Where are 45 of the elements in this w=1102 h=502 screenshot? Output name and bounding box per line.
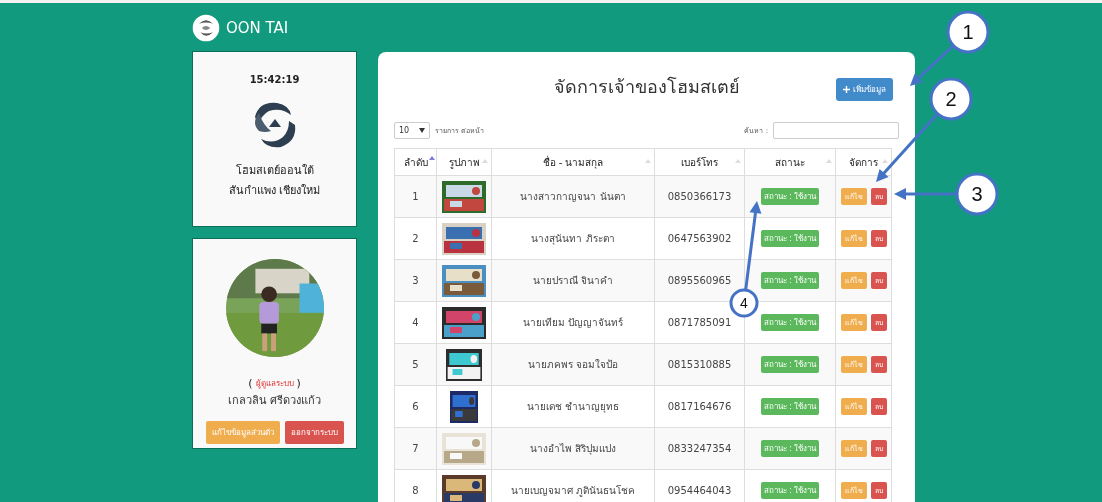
page-length-select[interactable]: 10 xyxy=(394,121,430,139)
status-badge: สถานะ : ใช้งาน xyxy=(760,398,820,415)
table-cell: 4 xyxy=(394,301,437,344)
user-name: เกลวลิน ศรีดวงแก้ว xyxy=(227,393,322,409)
homestay-name: โฮมสเตย์ออนใต้ xyxy=(235,163,314,179)
table-cell: นายเทียม ปัญญาจันทร์ xyxy=(491,301,655,344)
status-badge: สถานะ : ใช้งาน xyxy=(760,440,820,457)
column-header[interactable]: เบอร์โทร xyxy=(654,148,745,176)
table-cell: 2 xyxy=(394,217,437,260)
logout-button[interactable]: ออกจากระบบ xyxy=(284,421,344,444)
table-cell: 0850366173 xyxy=(654,175,745,218)
brand-name: OON TAI xyxy=(226,19,289,37)
table-cell: 1 xyxy=(394,175,437,218)
table-cell: นายเดช ชำนาญยุทธ xyxy=(491,385,655,428)
status-badge: สถานะ : ใช้งาน xyxy=(760,188,820,205)
status-badge: สถานะ : ใช้งาน xyxy=(760,356,820,373)
clock-time: 15:42:19 xyxy=(249,74,300,85)
status-badge: สถานะ : ใช้งาน xyxy=(760,272,820,289)
user-role: ( ผู้ดูแลระบบ ) xyxy=(248,377,301,390)
table-cell: นายปราณี จินาคำ xyxy=(491,259,655,302)
table-cell: 0815310885 xyxy=(654,343,745,386)
column-header[interactable]: สถานะ xyxy=(744,148,836,176)
status-badge: สถานะ : ใช้งาน xyxy=(760,482,820,499)
table-cell: 0817164676 xyxy=(654,385,745,428)
table-cell: นางสุนันทา ภิระตา xyxy=(491,217,655,260)
homestay-location: สันกำแพง เชียงใหม่ xyxy=(228,183,321,199)
status-badge: สถานะ : ใช้งาน xyxy=(760,230,820,247)
plus-icon xyxy=(843,86,850,93)
table-cell: นายภคพร จอมใจป้อ xyxy=(491,343,655,386)
table-cell: 0833247354 xyxy=(654,427,745,470)
table-cell: 5 xyxy=(394,343,437,386)
table-cell: 0647563902 xyxy=(654,217,745,260)
column-header[interactable]: รูปภาพ xyxy=(436,148,492,176)
page-title: จัดการเจ้าของโฮมสเตย์ xyxy=(553,74,740,99)
table-cell: 7 xyxy=(394,427,437,470)
table-cell: นางอำไพ สิริปุมแปง xyxy=(491,427,655,470)
search-field[interactable] xyxy=(773,121,899,139)
add-button[interactable]: เพิ่มข้อมูล xyxy=(836,78,893,101)
column-header[interactable]: ลำดับ xyxy=(394,148,437,176)
column-header[interactable]: ชื่อ - นามสกุล xyxy=(491,148,655,176)
table-cell: 3 xyxy=(394,259,437,302)
table-cell: 8 xyxy=(394,469,437,502)
status-badge: สถานะ : ใช้งาน xyxy=(760,314,820,331)
table-cell: 6 xyxy=(394,385,437,428)
table-cell: นางสาวกาญจนา นันตา xyxy=(491,175,655,218)
